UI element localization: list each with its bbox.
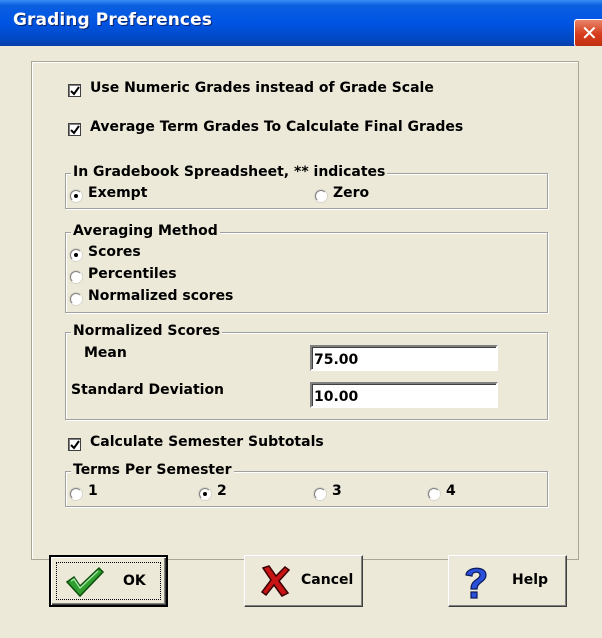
- scores-label[interactable]: Scores: [88, 244, 141, 260]
- terms-4-radio[interactable]: [428, 488, 440, 500]
- standard-deviation-label: Standard Deviation: [71, 382, 225, 398]
- percentiles-label[interactable]: Percentiles: [88, 266, 177, 282]
- normalized-scores-legend: Normalized Scores: [71, 323, 223, 339]
- radio-selected-dot: [74, 253, 78, 257]
- semester-subtotals-label[interactable]: Calculate Semester Subtotals: [90, 434, 324, 450]
- terms-3-label[interactable]: 3: [332, 483, 342, 499]
- standard-deviation-input[interactable]: 10.00: [310, 382, 498, 408]
- average-term-grades-label[interactable]: Average Term Grades To Calculate Final G…: [90, 119, 463, 135]
- question-icon: [465, 567, 487, 599]
- checkmark-icon: [70, 86, 80, 96]
- terms-per-semester-legend: Terms Per Semester: [71, 462, 234, 478]
- window-title: Grading Preferences: [13, 10, 212, 30]
- close-icon: ✕: [581, 21, 598, 45]
- scores-radio[interactable]: [70, 249, 82, 261]
- mean-input[interactable]: 75.00: [310, 345, 498, 371]
- use-numeric-grades-label[interactable]: Use Numeric Grades instead of Grade Scal…: [90, 80, 434, 96]
- semester-subtotals-checkbox[interactable]: [68, 438, 81, 451]
- help-button-label: Help: [512, 572, 549, 588]
- grading-preferences-dialog: Grading Preferences ✕ Use Numeric Grades…: [0, 0, 602, 638]
- terms-1-label[interactable]: 1: [88, 483, 98, 499]
- normalized-scores-radio[interactable]: [70, 293, 82, 305]
- terms-3-radio[interactable]: [314, 488, 326, 500]
- averaging-method-legend: Averaging Method: [71, 223, 220, 239]
- cancel-button[interactable]: Cancel: [244, 555, 363, 607]
- terms-2-label[interactable]: 2: [217, 483, 227, 499]
- cancel-button-label: Cancel: [301, 572, 354, 588]
- terms-4-label[interactable]: 4: [446, 483, 456, 499]
- terms-per-semester-groupbox: Terms Per Semester: [65, 462, 548, 507]
- exempt-label[interactable]: Exempt: [88, 185, 147, 201]
- ok-button-label: OK: [123, 573, 146, 589]
- options-panel: Use Numeric Grades instead of Grade Scal…: [31, 61, 579, 560]
- use-numeric-grades-checkbox[interactable]: [68, 84, 81, 97]
- zero-label[interactable]: Zero: [333, 185, 369, 201]
- help-button[interactable]: Help: [448, 555, 567, 607]
- radio-selected-dot: [74, 194, 78, 198]
- terms-1-radio[interactable]: [70, 488, 82, 500]
- normalized-scores-label[interactable]: Normalized scores: [88, 288, 233, 304]
- x-icon: [260, 565, 291, 597]
- mean-label: Mean: [84, 345, 127, 361]
- exempt-radio[interactable]: [70, 190, 82, 202]
- title-bar[interactable]: Grading Preferences ✕: [0, 0, 602, 47]
- close-button[interactable]: ✕: [574, 19, 602, 47]
- terms-2-radio[interactable]: [199, 488, 211, 500]
- checkmark-icon: [70, 440, 80, 450]
- ok-button[interactable]: OK: [49, 555, 168, 607]
- average-term-grades-checkbox[interactable]: [68, 123, 81, 136]
- check-icon: [65, 566, 105, 598]
- radio-selected-dot: [203, 492, 207, 496]
- zero-radio[interactable]: [315, 190, 327, 202]
- percentiles-radio[interactable]: [70, 271, 82, 283]
- dialog-body: Use Numeric Grades instead of Grade Scal…: [0, 46, 602, 638]
- checkmark-icon: [70, 125, 80, 135]
- indicator-group-legend: In Gradebook Spreadsheet, ** indicates: [71, 164, 388, 180]
